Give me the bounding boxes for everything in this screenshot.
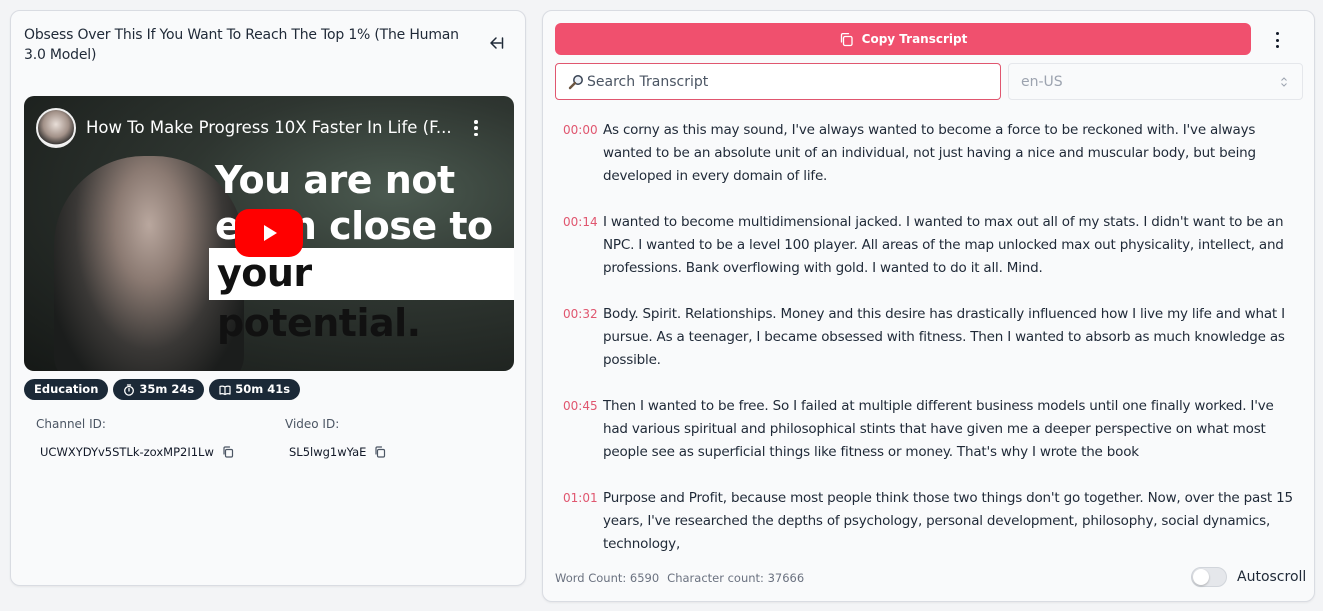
channel-id-text: UCWXYDYv5STLk-zoxMP2I1Lw <box>40 445 214 459</box>
copy-transcript-label: Copy Transcript <box>861 32 968 46</box>
transcript-segment: 00:00 As corny as this may sound, I've a… <box>563 119 1298 188</box>
copy-transcript-button[interactable]: Copy Transcript <box>555 23 1251 55</box>
transcript-segment: 00:45 Then I wanted to be free. So I fai… <box>563 395 1298 464</box>
search-field[interactable] <box>555 63 1001 100</box>
segment-timestamp[interactable]: 00:14 <box>563 211 603 280</box>
video-id-value: SL5lwg1wYaE <box>289 445 386 459</box>
timer-icon <box>124 383 135 396</box>
segment-text: Purpose and Profit, because most people … <box>603 490 1293 552</box>
copy-channel-id-button[interactable] <box>222 446 234 458</box>
read-time-badge-label: 50m 41s <box>235 382 291 396</box>
thumbnail-video-title[interactable]: How To Make Progress 10X Faster In Life … <box>86 118 466 137</box>
autoscroll-label: Autoscroll <box>1237 569 1307 585</box>
channel-id-label: Channel ID: <box>36 417 106 431</box>
video-info-panel: Obsess Over This If You Want To Reach Th… <box>10 10 526 586</box>
collapse-left-icon <box>490 37 504 49</box>
more-vertical-icon[interactable] <box>1269 29 1285 51</box>
transcript-segment: 00:14 I wanted to become multidimensiona… <box>563 211 1298 280</box>
autoscroll-toggle[interactable] <box>1191 567 1227 587</box>
copy-video-id-button[interactable] <box>374 446 386 458</box>
video-id-label: Video ID: <box>285 417 340 431</box>
channel-id-value: UCWXYDYv5STLk-zoxMP2I1Lw <box>40 445 234 459</box>
duration-badge: 35m 24s <box>113 379 205 400</box>
copy-icon <box>223 446 233 458</box>
segment-timestamp[interactable]: 00:45 <box>563 395 603 464</box>
youtube-play-button[interactable] <box>235 209 303 257</box>
language-select-value: en-US <box>1021 73 1063 90</box>
segment-text: Body. Spirit. Relationships. Money and t… <box>603 306 1285 368</box>
segment-timestamp[interactable]: 00:32 <box>563 303 603 372</box>
language-select[interactable]: en-US <box>1008 63 1303 100</box>
book-icon <box>219 385 231 395</box>
autoscroll-control: Autoscroll <box>1191 567 1306 587</box>
transcript-segment: 01:01 Purpose and Profit, because most p… <box>563 487 1298 556</box>
transcript-segment: 00:32 Body. Spirit. Relationships. Money… <box>563 303 1298 372</box>
thumbnail-more-icon[interactable] <box>468 116 484 140</box>
video-badges: Education 35m 24s 50m 41s <box>24 379 301 400</box>
segment-text: As corny as this may sound, I've always … <box>603 122 1256 184</box>
duration-badge-label: 35m 24s <box>139 382 195 396</box>
search-icon <box>568 74 583 89</box>
chevron-updown-icon <box>1281 76 1287 87</box>
video-thumbnail[interactable]: How To Make Progress 10X Faster In Life … <box>24 96 514 371</box>
transcript-panel: Copy Transcript en-US 00:00 As corny as … <box>542 10 1315 602</box>
character-count: Character count: 37666 <box>667 571 805 585</box>
word-count: Word Count: 6590 <box>555 571 660 585</box>
collapse-panel-button[interactable] <box>485 33 507 53</box>
category-badge: Education <box>24 379 109 400</box>
video-id-text: SL5lwg1wYaE <box>289 445 367 459</box>
search-input[interactable] <box>587 73 987 90</box>
copy-icon <box>375 446 386 458</box>
category-badge-label: Education <box>34 382 99 396</box>
toggle-knob <box>1193 569 1209 585</box>
segment-timestamp[interactable]: 01:01 <box>563 487 603 556</box>
channel-avatar[interactable] <box>36 108 76 148</box>
read-time-badge: 50m 41s <box>209 379 301 400</box>
copy-icon <box>840 32 853 46</box>
transcript-stats: Word Count: 6590 Character count: 37666 <box>555 571 804 585</box>
youtube-play-icon <box>264 225 277 241</box>
video-title: Obsess Over This If You Want To Reach Th… <box>24 27 459 63</box>
transcript-list: 00:00 As corny as this may sound, I've a… <box>563 119 1298 579</box>
segment-text: Then I wanted to be free. So I failed at… <box>603 398 1274 460</box>
segment-text: I wanted to become multidimensional jack… <box>603 214 1284 276</box>
segment-timestamp[interactable]: 00:00 <box>563 119 603 188</box>
thumbnail-text-line1: You are not <box>215 158 455 202</box>
